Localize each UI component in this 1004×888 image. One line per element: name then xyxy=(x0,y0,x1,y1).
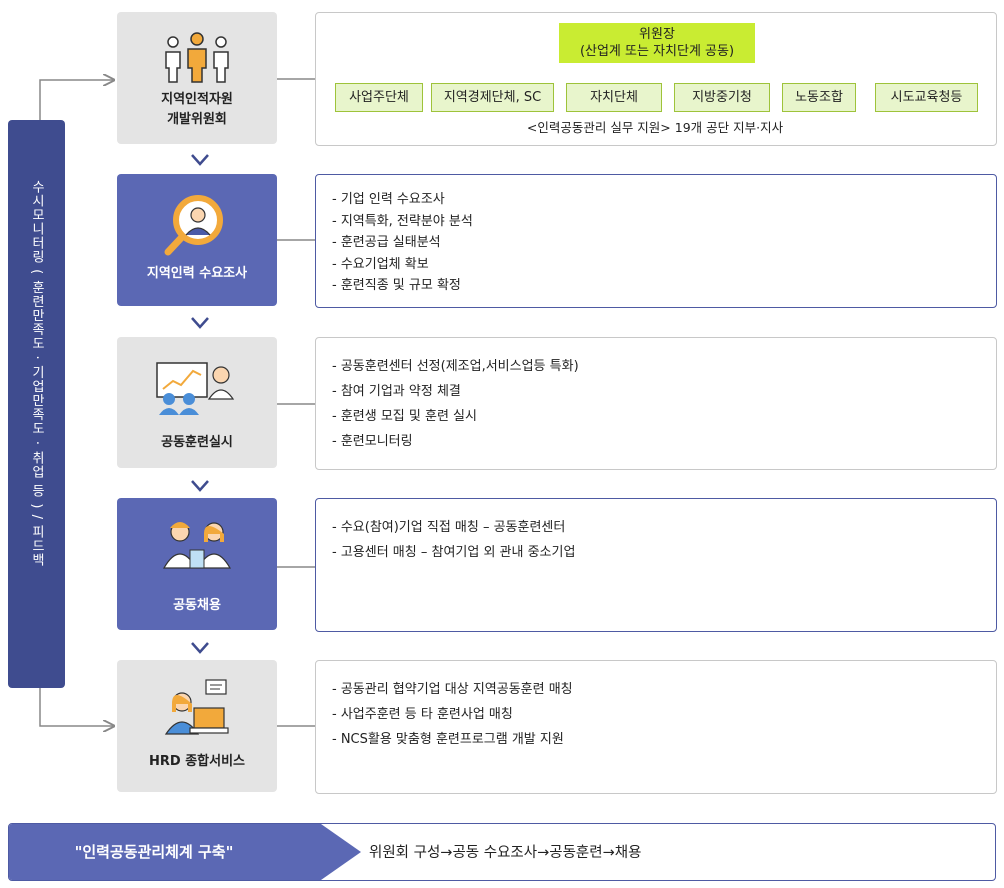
list-item: - 공동훈련센터 선정(제조업,서비스업등 특화) xyxy=(332,359,579,374)
chair-title: 위원장 xyxy=(639,27,675,42)
step-hrd-service-label: HRD 종합서비스 xyxy=(148,754,245,769)
step-committee-label-2: 개발위원회 xyxy=(167,112,227,127)
list-item: - 훈련직종 및 규모 확정 xyxy=(332,278,461,293)
list-item: - 사업주훈련 등 타 훈련사업 매칭 xyxy=(332,707,513,722)
detail-box-joint-hiring: - 수요(참여)기업 직접 매칭 – 공동훈련센터 - 고용센터 매칭 – 참여… xyxy=(315,498,997,632)
list-item: - 지역특화, 전략분야 분석 xyxy=(332,213,473,229)
member-employer-org: 사업주단체 xyxy=(335,83,423,112)
step-joint-training-label: 공동훈련실시 xyxy=(161,435,233,450)
step-demand-survey: 지역인력 수요조사 xyxy=(117,174,277,306)
banner-text: 위원회 구성→공동 수요조사→공동훈련→채용 xyxy=(369,845,642,861)
detail-box-joint-training: - 공동훈련센터 선정(제조업,서비스업등 특화) - 참여 기업과 약정 체결… xyxy=(315,337,997,470)
computer-consultant-icon xyxy=(164,679,229,735)
member-sme-office: 지방중기청 xyxy=(674,83,770,112)
feedback-arrow-bottom xyxy=(39,688,114,726)
list-item: - 훈련공급 실태분석 xyxy=(332,235,441,250)
detail-box-demand-survey: - 기업 인력 수요조사 - 지역특화, 전략분야 분석 - 훈련공급 실태분석… xyxy=(315,174,997,308)
chevron-down-icon xyxy=(191,317,209,329)
list-item: - 수요(참여)기업 직접 매칭 – 공동훈련센터 xyxy=(332,520,566,535)
list-item: - 수요기업체 확보 xyxy=(332,256,429,272)
recruit-pair-icon xyxy=(162,522,232,569)
step-committee-label-1: 지역인적자원 xyxy=(161,92,233,107)
committee-chair: 위원장 (산업계 또는 자치단계 공동) xyxy=(559,23,755,63)
summary-banner: "인력공동관리체계 구축" 위원회 구성→공동 수요조사→공동훈련→채용 xyxy=(8,823,996,881)
list-item: - 공동관리 협약기업 대상 지역공동훈련 매칭 xyxy=(332,682,573,697)
member-education-office: 시도교육청등 xyxy=(875,83,978,112)
chevron-down-icon xyxy=(191,154,209,166)
feedback-arrow-top xyxy=(39,80,114,120)
chair-subtitle: (산업계 또는 자치단계 공동) xyxy=(579,44,735,59)
member-economic-org: 지역경제단체, SC xyxy=(431,83,554,112)
presentation-board-icon xyxy=(156,362,235,415)
step-committee: 지역인적자원 개발위원회 xyxy=(117,12,277,144)
sidebar-label: 수시모니터링 ( 훈련만족도 · 기업만족도 · 취업 등 ) / 피드백 xyxy=(29,180,44,568)
chevron-down-icon xyxy=(191,642,209,654)
list-item: - 고용센터 매칭 – 참여기업 외 관내 중소기업 xyxy=(332,545,576,560)
step-joint-training: 공동훈련실시 xyxy=(117,337,277,468)
feedback-sidebar: 수시모니터링 ( 훈련만족도 · 기업만족도 · 취업 등 ) / 피드백 xyxy=(8,120,65,688)
step-demand-survey-label: 지역인력 수요조사 xyxy=(146,266,248,281)
list-item: - NCS활용 맞춤형 훈련프로그램 개발 지원 xyxy=(332,732,564,747)
banner-title: "인력공동관리체계 구축" xyxy=(74,843,234,861)
magnifier-person-icon xyxy=(164,195,223,256)
step-joint-hiring-label: 공동채용 xyxy=(173,598,221,613)
member-local-government: 자치단체 xyxy=(566,83,662,112)
detail-box-hrd-service: - 공동관리 협약기업 대상 지역공동훈련 매칭 - 사업주훈련 등 타 훈련사… xyxy=(315,660,997,794)
list-item: - 기업 인력 수요조사 xyxy=(332,192,445,207)
people-group-icon xyxy=(165,32,229,83)
member-labor-union: 노동조합 xyxy=(782,83,856,112)
step-joint-hiring: 공동채용 xyxy=(117,498,277,630)
chevron-down-icon xyxy=(191,480,209,492)
step-hrd-service: HRD 종합서비스 xyxy=(117,660,277,792)
list-item: - 참여 기업과 약정 체결 xyxy=(332,384,461,399)
list-item: - 훈련모니터링 xyxy=(332,434,413,449)
list-item: - 훈련생 모집 및 훈련 실시 xyxy=(332,409,477,424)
support-note: <인력공동관리 실무 지원> 19개 공단 지부·지사 xyxy=(526,120,784,135)
